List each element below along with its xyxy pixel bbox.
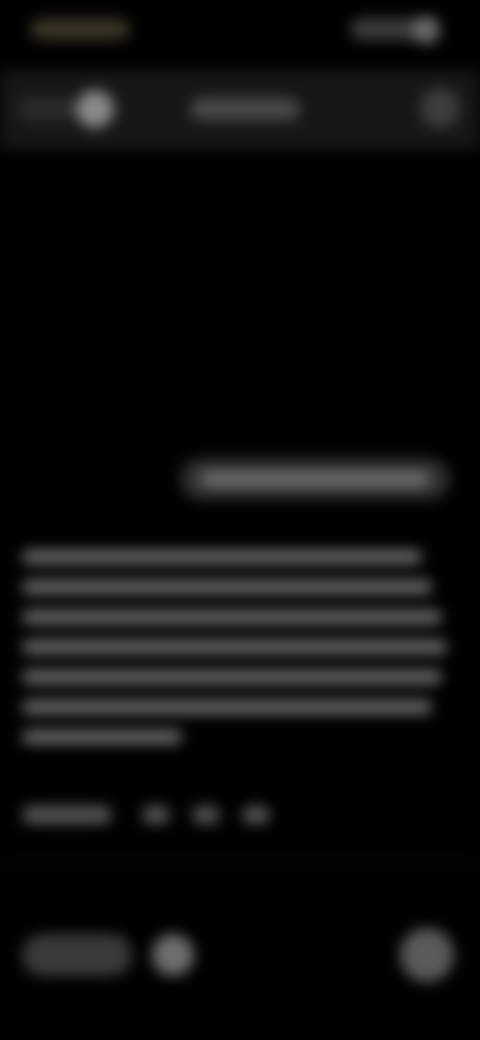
conversation-title	[190, 98, 300, 120]
time-indicator	[30, 18, 130, 40]
menu-icon[interactable]	[420, 88, 460, 128]
thumbs-up-icon[interactable]	[142, 806, 170, 824]
voice-icon[interactable]	[152, 934, 194, 976]
send-icon[interactable]	[400, 928, 454, 982]
thumbs-down-icon[interactable]	[192, 806, 220, 824]
response-line	[22, 640, 447, 654]
status-bar	[0, 0, 480, 60]
response-line	[22, 670, 442, 684]
assistant-response	[22, 550, 452, 760]
divider	[0, 862, 480, 864]
copy-icon[interactable]	[22, 806, 112, 824]
attach-icon[interactable]	[22, 934, 132, 976]
user-message-text	[200, 471, 430, 487]
response-actions	[22, 806, 322, 826]
back-icon[interactable]	[18, 98, 78, 120]
response-line	[22, 580, 432, 594]
user-message-bubble	[180, 458, 450, 500]
response-line	[22, 550, 422, 564]
app-header	[0, 70, 480, 150]
share-icon[interactable]	[242, 806, 270, 824]
response-line	[22, 700, 432, 714]
response-line	[22, 610, 442, 624]
response-line	[22, 730, 182, 744]
battery-icon	[412, 16, 440, 44]
avatar-icon[interactable]	[76, 90, 114, 128]
